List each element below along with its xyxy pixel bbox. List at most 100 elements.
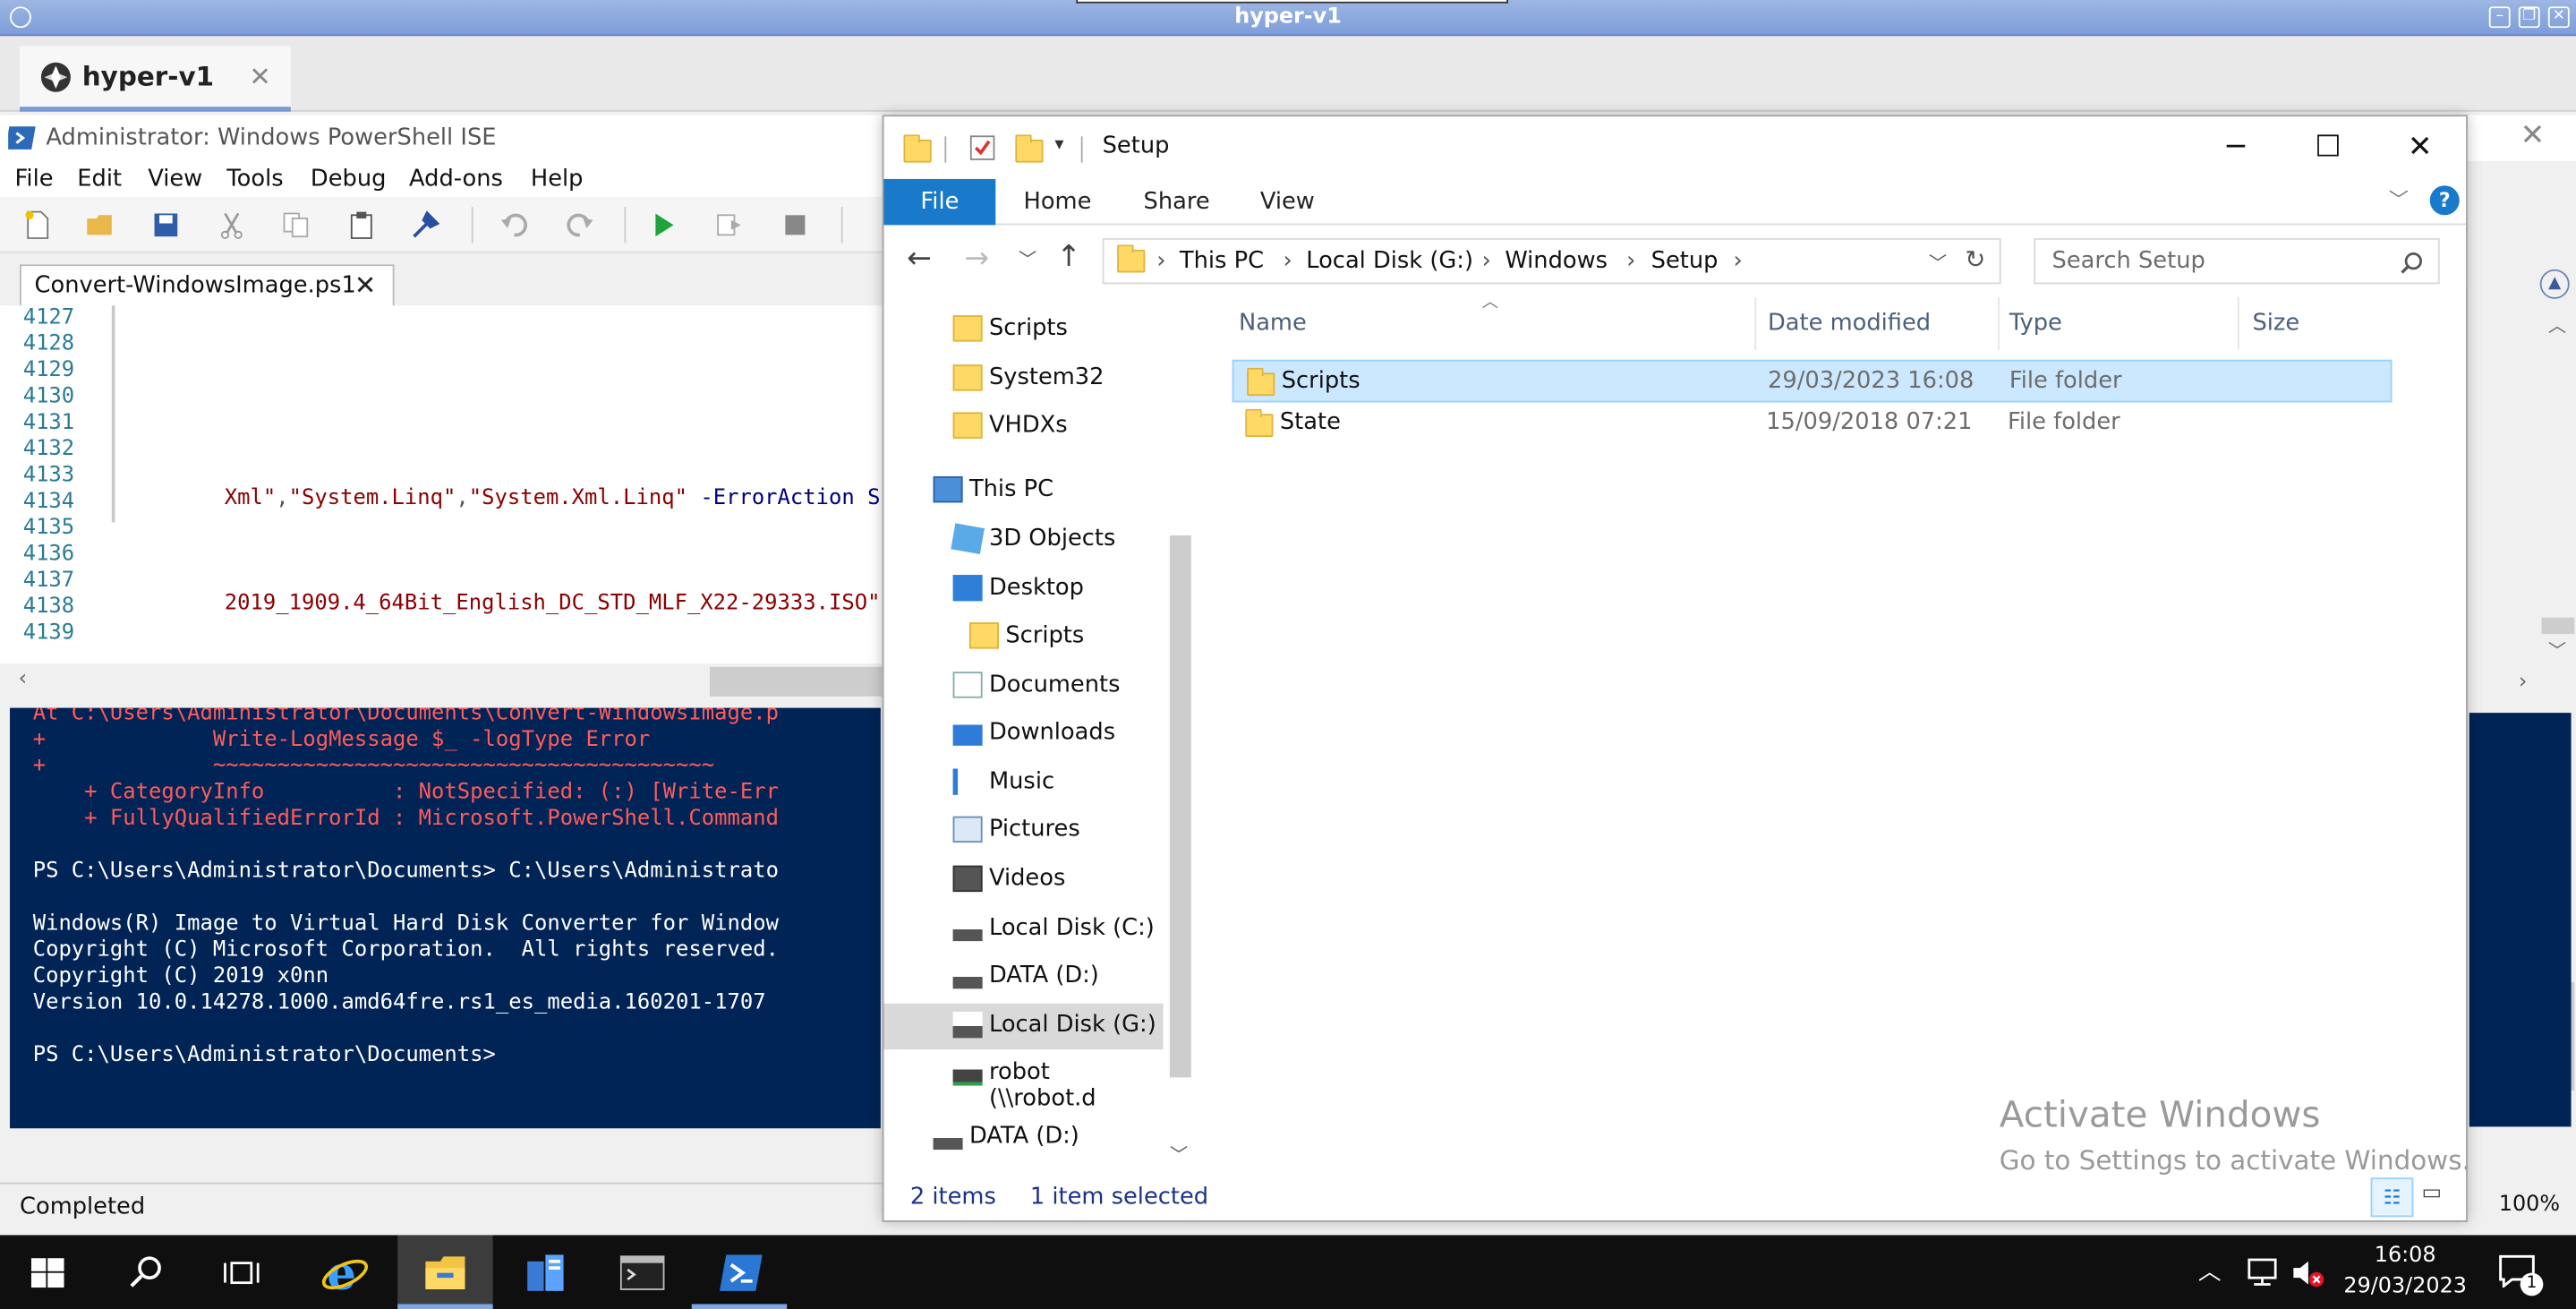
internet-explorer-button[interactable]: e — [297, 1235, 392, 1309]
editor-scroll-right-arrow[interactable]: › — [2519, 670, 2528, 695]
host-tab-close-button[interactable]: ✕ — [249, 61, 271, 92]
host-drop-handle[interactable] — [1076, 0, 1508, 4]
close-button[interactable]: ✕ — [2382, 126, 2457, 169]
taskbar-clock[interactable]: 16:08 29/03/2023 — [2342, 1240, 2467, 1303]
help-icon[interactable]: ? — [2429, 185, 2460, 216]
editor-scroll-up-arrow[interactable]: ︿ — [2548, 312, 2566, 338]
nav-item[interactable]: Videos — [883, 858, 1163, 903]
address-bar[interactable]: › This PC › Local Disk (G:) › Windows › … — [1102, 237, 2001, 285]
ribbon-tab-home[interactable]: Home — [1024, 189, 1092, 215]
nav-item[interactable]: 3D Objects — [883, 518, 1163, 563]
ribbon-tab-share[interactable]: Share — [1144, 189, 1210, 215]
column-header-type[interactable]: Type — [2009, 311, 2062, 337]
menu-tools[interactable]: Tools — [226, 166, 283, 192]
search-button[interactable] — [98, 1235, 193, 1309]
nav-item[interactable]: Scripts — [883, 307, 1163, 353]
customize-qat-dropdown[interactable]: ▾ — [1054, 133, 1063, 155]
host-restore-button[interactable]: ❐ — [2518, 6, 2540, 29]
scroll-left-arrow[interactable]: ‹ — [16, 667, 29, 692]
ribbon-tab-file[interactable]: File — [883, 178, 996, 226]
menu-help[interactable]: Help — [531, 166, 584, 192]
new-file-icon[interactable] — [23, 210, 53, 240]
forward-arrow-icon[interactable]: → — [964, 242, 989, 277]
nav-item[interactable]: Pictures — [883, 808, 1163, 854]
nav-item[interactable]: Scripts — [883, 614, 1163, 660]
breadcrumb-this-pc[interactable]: This PC — [1180, 248, 1264, 274]
table-row[interactable]: Scripts 29/03/2023 16:08 File folder — [1232, 359, 2393, 403]
nav-item[interactable]: VHDXs — [883, 404, 1163, 449]
server-manager-button[interactable] — [496, 1235, 591, 1309]
nav-item[interactable]: Downloads — [883, 711, 1163, 757]
menu-debug[interactable]: Debug — [311, 166, 387, 192]
file-explorer-button[interactable] — [397, 1235, 493, 1309]
collapse-script-pane-icon[interactable]: ▲ — [2539, 269, 2570, 299]
breadcrumb-windows[interactable]: Windows — [1505, 248, 1608, 274]
up-arrow-icon[interactable]: ↑ — [1056, 240, 1081, 275]
nav-item[interactable]: robot (\\robot.d — [883, 1051, 1163, 1112]
editor-scroll-thumb-right[interactable] — [2541, 617, 2575, 635]
search-box[interactable]: Search Setup — [2034, 237, 2440, 285]
nav-item[interactable]: DATA (D:) — [883, 1116, 1163, 1161]
properties-checkbox-icon[interactable] — [969, 134, 995, 160]
command-prompt-button[interactable] — [593, 1235, 688, 1309]
editor-scroll-down-arrow[interactable]: ﹀ — [2548, 637, 2566, 663]
host-tab[interactable]: hyper-v1 ✕ — [20, 46, 291, 112]
volume-muted-icon[interactable] — [2290, 1256, 2326, 1289]
paste-icon[interactable] — [346, 210, 376, 240]
copy-icon[interactable] — [281, 210, 311, 240]
editor-horizontal-scrollbar[interactable]: ‹ — [0, 663, 888, 700]
nav-item[interactable]: DATA (D:) — [883, 954, 1163, 1000]
script-tab-close-button[interactable]: ✕ — [354, 270, 377, 301]
host-close-button[interactable]: ✕ — [2547, 6, 2570, 29]
script-editor[interactable]: 4127 4128 4129 4130 4131 4132 4133 4134 … — [0, 305, 906, 700]
breadcrumb-setup[interactable]: Setup — [1651, 248, 1719, 274]
stop-icon[interactable] — [780, 210, 810, 240]
editor-scroll-thumb[interactable] — [709, 666, 883, 697]
nav-item[interactable]: System32 — [883, 356, 1163, 402]
console-pane[interactable]: At C:\Users\Administrator\Documents\Conv… — [10, 707, 881, 1129]
maximize-button[interactable]: ☐ — [2290, 126, 2366, 169]
nav-item[interactable]: Documents — [883, 663, 1163, 709]
nav-item[interactable]: Local Disk (G:) — [883, 1003, 1164, 1050]
recent-locations-chevron-icon[interactable]: ﹀ — [1019, 246, 1036, 272]
menu-file[interactable]: File — [15, 166, 54, 192]
refresh-icon[interactable]: ↻ — [1965, 244, 1985, 274]
run-selection-icon[interactable] — [714, 210, 744, 240]
menu-addons[interactable]: Add-ons — [409, 166, 503, 192]
zoom-level[interactable]: 100% — [2499, 1193, 2560, 1218]
task-view-button[interactable] — [194, 1235, 289, 1309]
menu-view[interactable]: View — [148, 166, 202, 192]
nav-item[interactable]: Music — [883, 760, 1163, 806]
network-icon[interactable] — [2244, 1258, 2280, 1288]
search-icon[interactable] — [2401, 252, 2424, 275]
powershell-ise-button[interactable] — [691, 1235, 788, 1309]
nav-item[interactable]: Desktop — [883, 567, 1163, 612]
new-folder-icon[interactable] — [1015, 134, 1044, 163]
expand-ribbon-chevron-icon[interactable]: ﹀ — [2389, 185, 2409, 213]
clear-console-icon[interactable] — [411, 210, 440, 240]
minimize-button[interactable]: ─ — [2198, 126, 2273, 169]
menu-edit[interactable]: Edit — [77, 166, 122, 192]
undo-icon[interactable] — [499, 210, 529, 240]
redo-icon[interactable] — [565, 210, 594, 240]
breadcrumb-local-disk-g[interactable]: Local Disk (G:) — [1306, 248, 1473, 274]
details-view-icon[interactable]: ☷ — [2370, 1177, 2414, 1218]
run-script-icon[interactable] — [649, 210, 678, 240]
open-folder-icon[interactable] — [85, 210, 115, 240]
cut-icon[interactable] — [217, 210, 246, 240]
start-button[interactable] — [0, 1235, 95, 1309]
back-arrow-icon[interactable]: ← — [907, 242, 932, 277]
column-header-name[interactable]: Name — [1239, 311, 1307, 337]
column-header-size[interactable]: Size — [2252, 311, 2299, 337]
nav-scrollbar[interactable] — [1166, 300, 1193, 1171]
script-tab[interactable]: Convert-WindowsImage.ps1 ✕ — [20, 264, 395, 306]
nav-item[interactable]: Local Disk (C:) — [883, 907, 1163, 953]
ribbon-tab-view[interactable]: View — [1260, 189, 1315, 215]
nav-scroll-down-arrow[interactable]: ﹀ — [1170, 1142, 1188, 1168]
ise-close-button[interactable]: ✕ — [2521, 118, 2546, 153]
nav-scroll-thumb[interactable] — [1169, 535, 1191, 1078]
nav-item[interactable]: This PC — [883, 468, 1163, 514]
host-minimize-button[interactable]: – — [2488, 6, 2511, 29]
save-icon[interactable] — [151, 210, 181, 240]
address-dropdown-chevron-icon[interactable]: ﹀ — [1929, 250, 1947, 276]
